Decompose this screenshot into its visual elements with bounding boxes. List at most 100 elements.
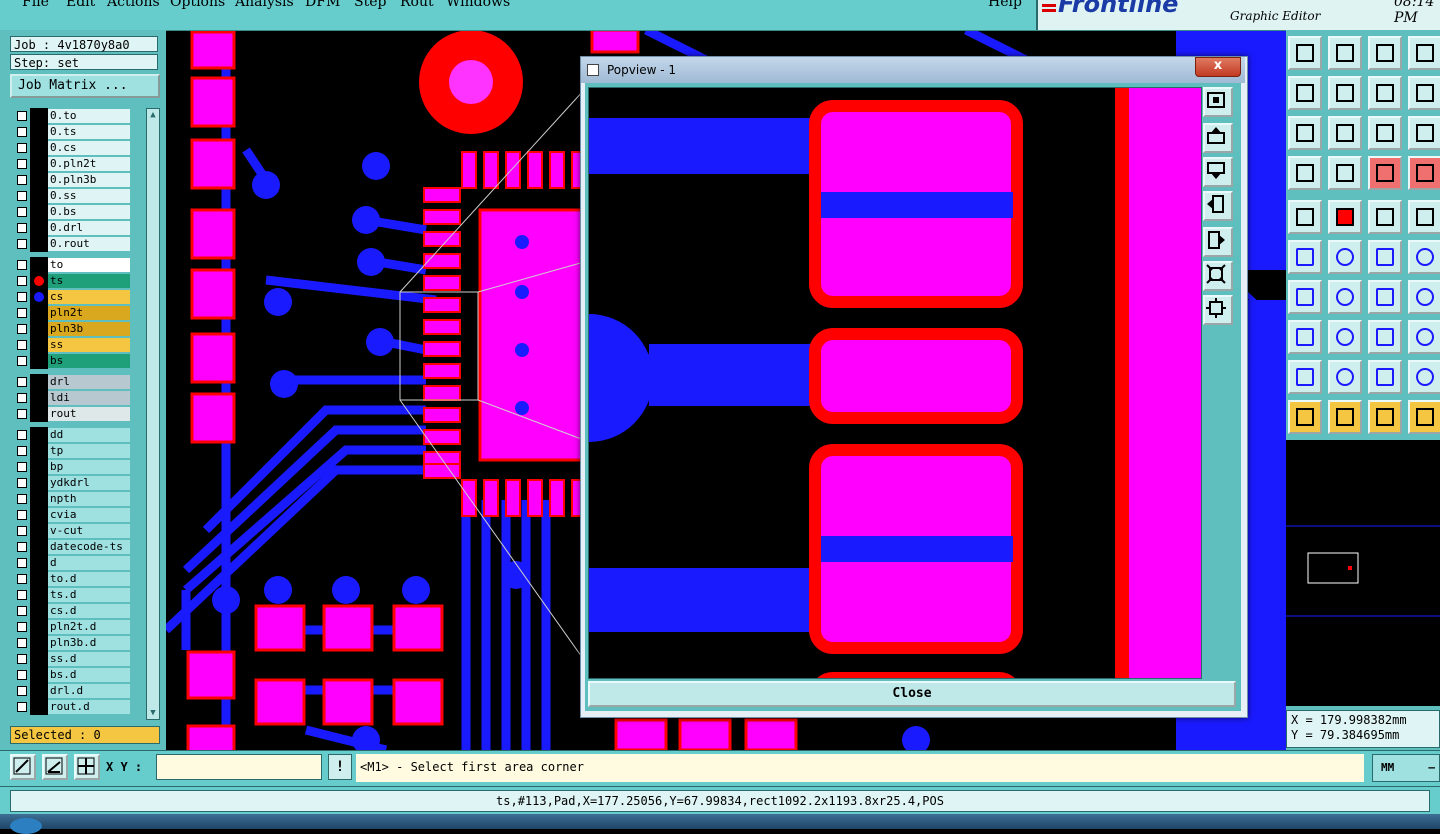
grid-button[interactable] bbox=[74, 754, 100, 780]
undo-button[interactable] bbox=[1368, 76, 1402, 110]
layer-status-cell[interactable] bbox=[30, 619, 48, 635]
layer-checkbox[interactable] bbox=[17, 494, 27, 504]
layer-checkbox[interactable] bbox=[17, 127, 27, 137]
minimap[interactable] bbox=[1286, 440, 1440, 706]
mirror-button[interactable] bbox=[1408, 280, 1440, 314]
menu-analysis[interactable]: Analysis bbox=[235, 0, 294, 10]
layer-checkbox[interactable] bbox=[17, 462, 27, 472]
layer-row[interactable]: ts.d bbox=[12, 587, 134, 603]
layer-row[interactable]: ydkdrl bbox=[12, 475, 134, 491]
layer-row[interactable]: bp bbox=[12, 459, 134, 475]
rotate-button[interactable] bbox=[1368, 280, 1402, 314]
layer-checkbox[interactable] bbox=[17, 446, 27, 456]
connect-button[interactable] bbox=[1408, 240, 1440, 274]
net-button[interactable] bbox=[1288, 240, 1322, 274]
layer-row[interactable]: 0.to bbox=[12, 108, 134, 124]
layer-status-cell[interactable] bbox=[30, 459, 48, 475]
zoom-extents-button[interactable] bbox=[1203, 87, 1233, 117]
pan-up-button[interactable] bbox=[1203, 123, 1233, 153]
triangle-button[interactable] bbox=[1288, 360, 1322, 394]
arc-button[interactable] bbox=[1328, 280, 1362, 314]
layer-checkbox[interactable] bbox=[17, 223, 27, 233]
layer-row[interactable]: ldi bbox=[12, 390, 134, 406]
layer-status-cell[interactable] bbox=[30, 507, 48, 523]
menu-file[interactable]: File bbox=[22, 0, 49, 10]
layer-status-cell[interactable] bbox=[30, 443, 48, 459]
center-mark-button[interactable] bbox=[1368, 320, 1402, 354]
layer-status-cell[interactable] bbox=[30, 321, 48, 337]
open-job-button[interactable] bbox=[1288, 36, 1322, 70]
layer-row[interactable]: dd bbox=[12, 427, 134, 443]
layer-checkbox[interactable] bbox=[17, 175, 27, 185]
layer-checkbox[interactable] bbox=[17, 526, 27, 536]
help-button[interactable] bbox=[1408, 116, 1440, 150]
layer-status-cell[interactable] bbox=[30, 491, 48, 507]
layer-row[interactable]: pln2t bbox=[12, 305, 134, 321]
scroll-up-icon[interactable]: ▲ bbox=[148, 109, 158, 121]
layer-row[interactable]: rout.d bbox=[12, 699, 134, 715]
redo-button[interactable] bbox=[1408, 76, 1440, 110]
layer-row[interactable]: npth bbox=[12, 491, 134, 507]
layer-status-cell[interactable] bbox=[30, 427, 48, 443]
layer-row[interactable]: ts bbox=[12, 273, 134, 289]
layer-status-cell[interactable] bbox=[30, 140, 48, 156]
import-button[interactable] bbox=[1288, 76, 1322, 110]
menu-edit[interactable]: Edit bbox=[66, 0, 95, 10]
grid-tool-button[interactable] bbox=[1408, 320, 1440, 354]
zoom-in-button[interactable] bbox=[1203, 261, 1233, 291]
slot-button[interactable] bbox=[1368, 360, 1402, 394]
layer-checkbox[interactable] bbox=[17, 430, 27, 440]
pan-left-button[interactable] bbox=[1203, 191, 1233, 221]
layer-status-cell[interactable] bbox=[30, 475, 48, 491]
layer-status-cell[interactable] bbox=[30, 236, 48, 252]
layer-status-cell[interactable] bbox=[30, 337, 48, 353]
pad-button[interactable] bbox=[1328, 156, 1362, 190]
layer-checkbox[interactable] bbox=[17, 686, 27, 696]
layer-status-cell[interactable] bbox=[30, 571, 48, 587]
layer-row[interactable]: drl bbox=[12, 374, 134, 390]
layer-row[interactable]: 0.drl bbox=[12, 220, 134, 236]
layer-row[interactable]: d bbox=[12, 555, 134, 571]
layer-checkbox[interactable] bbox=[17, 574, 27, 584]
layer-status-cell[interactable] bbox=[30, 257, 48, 273]
zoom-out-button[interactable] bbox=[1203, 295, 1233, 325]
layer-row[interactable]: 0.bs bbox=[12, 204, 134, 220]
cross-button[interactable] bbox=[1328, 240, 1362, 274]
layer-checkbox[interactable] bbox=[17, 654, 27, 664]
select-button[interactable] bbox=[1288, 400, 1322, 434]
menu-windows[interactable]: Windows bbox=[446, 0, 510, 10]
layer-checkbox[interactable] bbox=[17, 308, 27, 318]
job-matrix-button[interactable]: Job Matrix ... bbox=[10, 74, 160, 98]
layer-checkbox[interactable] bbox=[17, 510, 27, 520]
scroll-down-icon[interactable]: ▼ bbox=[148, 707, 158, 719]
snap-button[interactable] bbox=[10, 754, 36, 780]
layer-checkbox[interactable] bbox=[17, 638, 27, 648]
line-button[interactable] bbox=[1288, 280, 1322, 314]
layer-row[interactable]: ss bbox=[12, 337, 134, 353]
layer-checkbox[interactable] bbox=[17, 356, 27, 366]
polygon-button[interactable] bbox=[1328, 360, 1362, 394]
layer-checkbox[interactable] bbox=[17, 340, 27, 350]
layer-status-cell[interactable] bbox=[30, 390, 48, 406]
display-button[interactable] bbox=[1368, 156, 1402, 190]
layer-row[interactable]: cs.d bbox=[12, 603, 134, 619]
layer-checkbox[interactable] bbox=[17, 377, 27, 387]
layer-status-cell[interactable] bbox=[30, 539, 48, 555]
layer-checkbox[interactable] bbox=[17, 276, 27, 286]
pan-down-button[interactable] bbox=[1203, 157, 1233, 187]
angle-button[interactable] bbox=[1408, 360, 1440, 394]
layer-status-cell[interactable] bbox=[30, 172, 48, 188]
popview-close-button[interactable]: Close bbox=[588, 681, 1236, 707]
layer-checkbox[interactable] bbox=[17, 409, 27, 419]
layer-status-cell[interactable] bbox=[30, 220, 48, 236]
layer-status-cell[interactable] bbox=[30, 204, 48, 220]
select-2-button[interactable] bbox=[1328, 400, 1362, 434]
layer-status-cell[interactable] bbox=[30, 305, 48, 321]
layer-row[interactable]: pln3b bbox=[12, 321, 134, 337]
menu-dfm[interactable]: DFM bbox=[305, 0, 340, 10]
layer-status-cell[interactable] bbox=[30, 156, 48, 172]
layer-row[interactable]: pln2t.d bbox=[12, 619, 134, 635]
layer-scrollbar[interactable]: ▲ ▼ bbox=[146, 108, 160, 720]
layer-row[interactable]: ss.d bbox=[12, 651, 134, 667]
menu-options[interactable]: Options bbox=[170, 0, 225, 10]
